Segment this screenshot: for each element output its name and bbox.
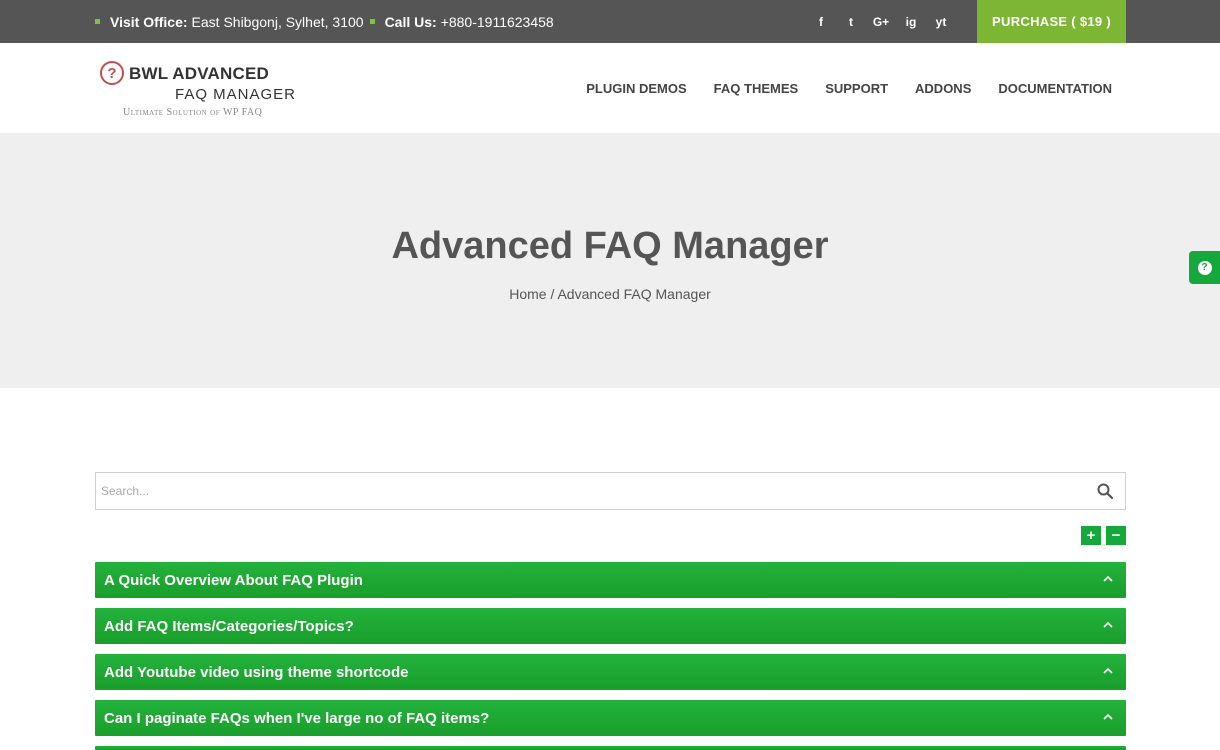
faq-question: Add FAQ Items/Categories/Topics? <box>104 617 354 635</box>
call-label: Call Us: <box>384 13 437 30</box>
instagram-icon[interactable]: ig <box>896 0 926 43</box>
social-links: f t G+ ig yt <box>806 0 956 43</box>
nav-faq-themes[interactable]: FAQ THEMES <box>714 81 799 96</box>
youtube-icon[interactable]: yt <box>926 0 956 43</box>
nav-addons[interactable]: ADDONS <box>915 81 971 96</box>
twitter-icon[interactable]: t <box>836 0 866 43</box>
logo-tagline: Ultimate Solution of WP FAQ <box>123 107 263 118</box>
faq-item[interactable]: Add Youtube video using theme shortcode <box>95 654 1126 690</box>
question-circle-icon: ? <box>1197 260 1212 275</box>
faq-item-partial[interactable] <box>95 746 1126 750</box>
faq-search-box <box>95 472 1126 510</box>
chevron-up-icon <box>1103 621 1113 628</box>
expand-collapse-controls: + − <box>1081 526 1126 545</box>
google-plus-icon[interactable]: G+ <box>866 0 896 43</box>
faq-question: Add Youtube video using theme shortcode <box>104 663 409 681</box>
faq-question: A Quick Overview About FAQ Plugin <box>104 571 363 589</box>
purchase-button[interactable]: PURCHASE ( $19 ) <box>977 0 1126 43</box>
expand-all-button[interactable]: + <box>1081 526 1101 545</box>
main-nav: PLUGIN DEMOS FAQ THEMES SUPPORT ADDONS D… <box>586 43 1112 133</box>
page-hero: Advanced FAQ Manager Home / Advanced FAQ… <box>0 133 1220 388</box>
contact-info: Visit Office: East Shibgonj, Sylhet, 310… <box>95 0 560 43</box>
chevron-up-icon <box>1103 667 1113 674</box>
question-mark-icon: ? <box>100 61 124 85</box>
call-us: Call Us: +880-1911623458 <box>369 13 554 30</box>
site-logo[interactable]: ? BWL ADVANCED FAQ MANAGER Ultimate Solu… <box>100 59 310 123</box>
search-icon[interactable] <box>1097 483 1113 499</box>
bullet-icon <box>95 19 100 24</box>
search-input[interactable] <box>96 473 1076 509</box>
page-title: Advanced FAQ Manager <box>391 225 829 267</box>
faq-item[interactable]: A Quick Overview About FAQ Plugin <box>95 562 1126 598</box>
facebook-icon[interactable]: f <box>806 0 836 43</box>
top-bar: Visit Office: East Shibgonj, Sylhet, 310… <box>0 0 1220 43</box>
faq-item[interactable]: Can I paginate FAQs when I've large no o… <box>95 700 1126 736</box>
nav-plugin-demos[interactable]: PLUGIN DEMOS <box>586 81 686 96</box>
site-header: ? BWL ADVANCED FAQ MANAGER Ultimate Solu… <box>0 43 1220 133</box>
nav-support[interactable]: SUPPORT <box>825 81 888 96</box>
logo-line-1: BWL ADVANCED <box>129 64 269 83</box>
help-tab[interactable]: ? <box>1189 251 1220 284</box>
visit-office: Visit Office: East Shibgonj, Sylhet, 310… <box>95 14 364 30</box>
faq-question: Can I paginate FAQs when I've large no o… <box>104 709 490 727</box>
call-value: +880-1911623458 <box>440 13 554 30</box>
faq-item[interactable]: Add FAQ Items/Categories/Topics? <box>95 608 1126 644</box>
nav-documentation[interactable]: DOCUMENTATION <box>998 81 1112 96</box>
visit-value: East Shibgonj, Sylhet, 3100 <box>191 13 364 30</box>
visit-label: Visit Office: <box>110 13 188 30</box>
breadcrumb: Home / Advanced FAQ Manager <box>509 286 711 302</box>
chevron-up-icon <box>1103 575 1113 582</box>
chevron-up-icon <box>1103 713 1113 720</box>
collapse-all-button[interactable]: − <box>1106 526 1126 545</box>
bullet-icon <box>369 19 375 24</box>
logo-line-2: FAQ MANAGER <box>175 86 297 103</box>
